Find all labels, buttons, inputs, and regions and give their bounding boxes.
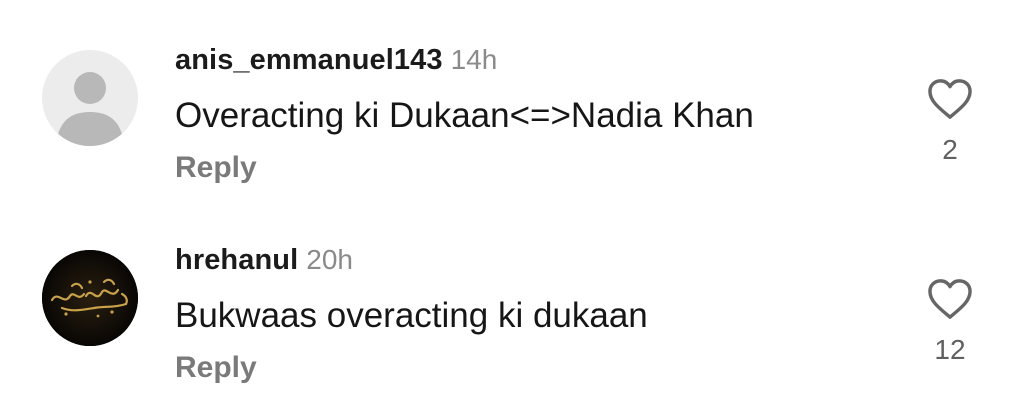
timestamp: 20h	[306, 244, 353, 275]
like-count: 12	[934, 334, 966, 365]
comment-text: Bukwaas overacting ki dukaan	[175, 296, 648, 335]
username[interactable]: hrehanul	[175, 244, 298, 276]
default-person-icon	[56, 72, 124, 146]
username[interactable]: anis_emmanuel143	[175, 44, 443, 76]
comment-header: hrehanul 20h	[175, 242, 353, 283]
avatar[interactable]	[42, 50, 138, 146]
comment-text: Overacting ki Dukaan<=>Nadia Khan	[175, 96, 754, 135]
comment-item: hrehanul 20h Bukwaas overacting ki dukaan…	[0, 236, 1024, 416]
heart-icon	[928, 79, 972, 119]
like-count: 2	[942, 134, 958, 165]
like-button[interactable]: 12	[910, 278, 990, 378]
reply-button[interactable]: Reply	[175, 148, 257, 188]
comment-item: anis_emmanuel143 14h Overacting ki Dukaan…	[0, 36, 1024, 216]
comment-header: anis_emmanuel143 14h	[175, 42, 497, 83]
calligraphy-artwork-icon	[42, 250, 138, 346]
avatar[interactable]	[42, 250, 138, 346]
reply-button[interactable]: Reply	[175, 348, 257, 388]
timestamp: 14h	[450, 44, 498, 75]
heart-icon	[928, 279, 972, 319]
like-button[interactable]: 2	[910, 78, 990, 178]
